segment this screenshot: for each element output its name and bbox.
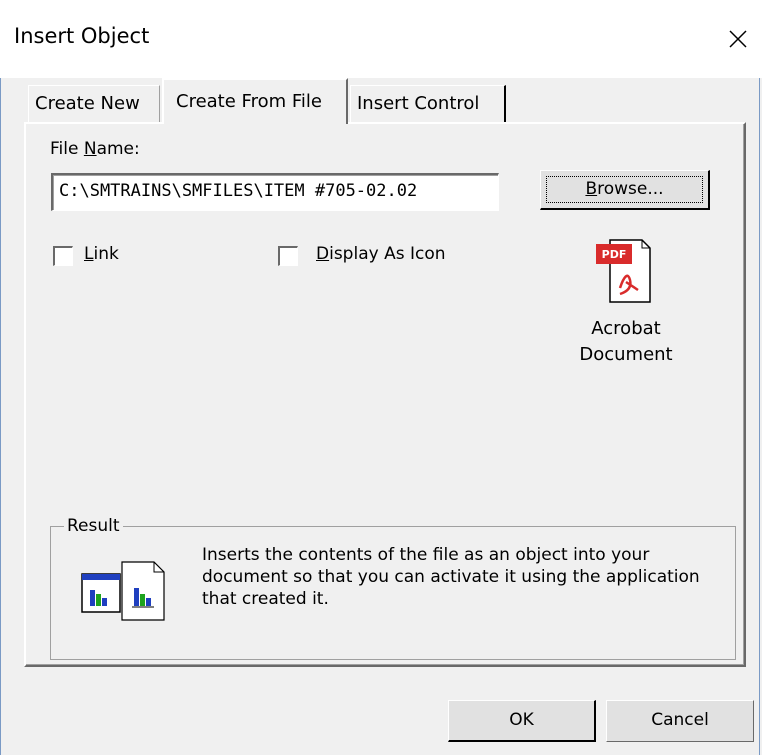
- tab-insert-control[interactable]: Insert Control: [350, 85, 506, 123]
- display-as-icon-label[interactable]: Display As Icon: [316, 244, 446, 264]
- cancel-label: Cancel: [651, 710, 709, 730]
- file-name-input[interactable]: C:\SMTRAINS\SMFILES\ITEM #705-02.02: [51, 173, 499, 211]
- label-part: File: [50, 139, 84, 159]
- file-name-label: File Name:: [50, 139, 140, 159]
- tab-label: Create From File: [176, 91, 322, 112]
- icon-caption-line: Acrobat: [591, 318, 661, 339]
- ok-button[interactable]: OK: [448, 700, 596, 742]
- label-part: ame:: [96, 139, 140, 159]
- input-bevel: [53, 175, 498, 210]
- link-checkbox[interactable]: [53, 246, 73, 266]
- tab-label: Insert Control: [357, 93, 480, 114]
- label-mnemonic: N: [83, 139, 97, 159]
- result-description: Inserts the contents of the file as an o…: [202, 545, 700, 609]
- window-title: Insert Object: [14, 24, 150, 48]
- display-as-icon-checkbox[interactable]: [278, 246, 298, 266]
- icon-caption: Acrobat Document: [546, 316, 706, 368]
- link-label[interactable]: Link: [84, 244, 119, 264]
- icon-caption-line: Document: [579, 344, 673, 365]
- embedded-object-icon: [81, 561, 165, 621]
- link-text: ink: [93, 244, 119, 264]
- tab-label: Create New: [35, 93, 140, 114]
- display-mnemonic: D: [316, 244, 330, 264]
- close-icon: [729, 30, 747, 48]
- focus-rect: [546, 176, 703, 203]
- cancel-button[interactable]: Cancel: [606, 700, 754, 742]
- tab-create-from-file[interactable]: Create From File: [162, 78, 348, 124]
- tab-create-new[interactable]: Create New: [28, 85, 160, 123]
- result-label: Result: [64, 516, 123, 536]
- pdf-document-icon: PDF: [596, 239, 651, 303]
- pdf-badge-text: PDF: [602, 248, 627, 261]
- browse-button[interactable]: Browse...: [540, 170, 710, 210]
- close-button[interactable]: [714, 0, 762, 78]
- title-bar: Insert Object: [0, 0, 762, 78]
- tab-panel: File Name: C:\SMTRAINS\SMFILES\ITEM #705…: [24, 122, 746, 667]
- ok-label: OK: [509, 710, 534, 730]
- display-text: isplay As Icon: [329, 244, 446, 264]
